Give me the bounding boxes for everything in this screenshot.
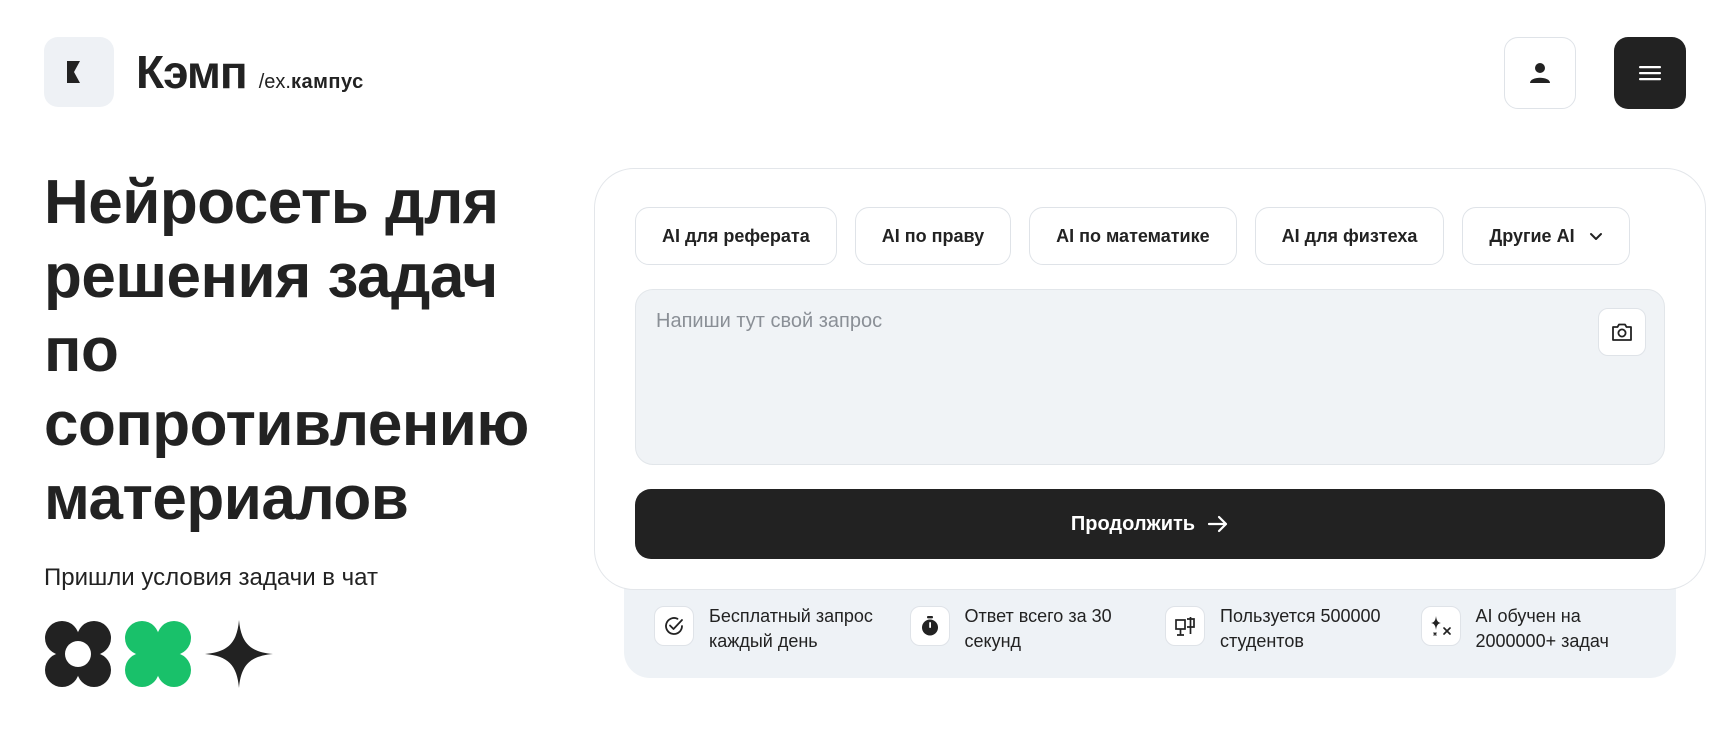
dark-flower-icon <box>45 621 111 687</box>
brand-name: Кэмп <box>136 46 248 98</box>
user-icon <box>1530 63 1550 83</box>
sparkles-icon <box>1420 606 1461 646</box>
tab-ai-math[interactable]: AI по математике <box>1029 207 1237 265</box>
green-clover-icon <box>125 621 191 687</box>
feature-item: Ответ всего за 30 секунд <box>909 604 1166 678</box>
continue-label: Продолжить <box>1070 512 1196 535</box>
hamburger-icon <box>1639 66 1661 81</box>
tab-label: AI по математике <box>1056 225 1210 246</box>
stopwatch-icon <box>909 606 950 646</box>
page-title: Нейросеть для решения задач по сопротивл… <box>44 168 529 533</box>
profile-button[interactable] <box>1504 37 1576 109</box>
tab-label: Другие AI <box>1489 225 1575 246</box>
users-icon <box>1165 606 1205 646</box>
feature-text: Бесплатный запрос каждый день <box>709 606 873 651</box>
continue-button[interactable]: Продолжить <box>635 489 1665 559</box>
attach-photo-button[interactable] <box>1598 308 1646 356</box>
arrow-right-icon <box>1208 515 1228 533</box>
logo-k-icon <box>67 61 80 83</box>
feature-item: Бесплатный запрос каждый день <box>654 604 910 678</box>
tab-label: AI по праву <box>881 225 985 246</box>
camera-icon <box>1612 323 1632 341</box>
brand-sub-name: кампус <box>290 71 364 93</box>
feature-item: AI обучен на 2000000+ задач <box>1420 604 1677 678</box>
query-input[interactable] <box>636 290 1664 464</box>
feature-item: Пользуется 500000 студентов <box>1165 604 1421 678</box>
ai-tabs: AI для реферата AI по праву AI по матема… <box>635 207 1630 265</box>
feature-text: AI обучен на 2000000+ задач <box>1475 606 1609 651</box>
chevron-down-icon <box>1589 232 1603 241</box>
tab-ai-phystech[interactable]: AI для физтеха <box>1254 207 1445 265</box>
tab-ai-essay[interactable]: AI для реферата <box>635 207 837 265</box>
tab-label: AI для реферата <box>662 225 810 246</box>
tab-label: AI для физтеха <box>1281 225 1418 246</box>
query-box <box>635 289 1665 465</box>
page-subtitle: Пришли условия задачи в чат <box>44 564 378 591</box>
feature-text: Пользуется 500000 студентов <box>1220 606 1381 651</box>
tab-ai-law[interactable]: AI по праву <box>854 207 1012 265</box>
header: Кэмп /ex.кампус <box>44 37 1686 109</box>
brand-former-name: /ex.кампус <box>259 71 364 94</box>
query-card: AI для реферата AI по праву AI по матема… <box>594 168 1706 590</box>
tab-other-ai-dropdown[interactable]: Другие AI <box>1462 207 1630 265</box>
feature-text: Ответ всего за 30 секунд <box>964 606 1112 651</box>
decorative-shapes <box>44 618 274 690</box>
brand[interactable]: Кэмп /ex.кампус <box>136 45 364 99</box>
star-icon <box>205 620 273 688</box>
menu-button[interactable] <box>1614 37 1686 109</box>
logo[interactable] <box>44 37 114 107</box>
check-circle-icon <box>654 606 694 646</box>
brand-sub-prefix: /ex. <box>258 71 291 93</box>
